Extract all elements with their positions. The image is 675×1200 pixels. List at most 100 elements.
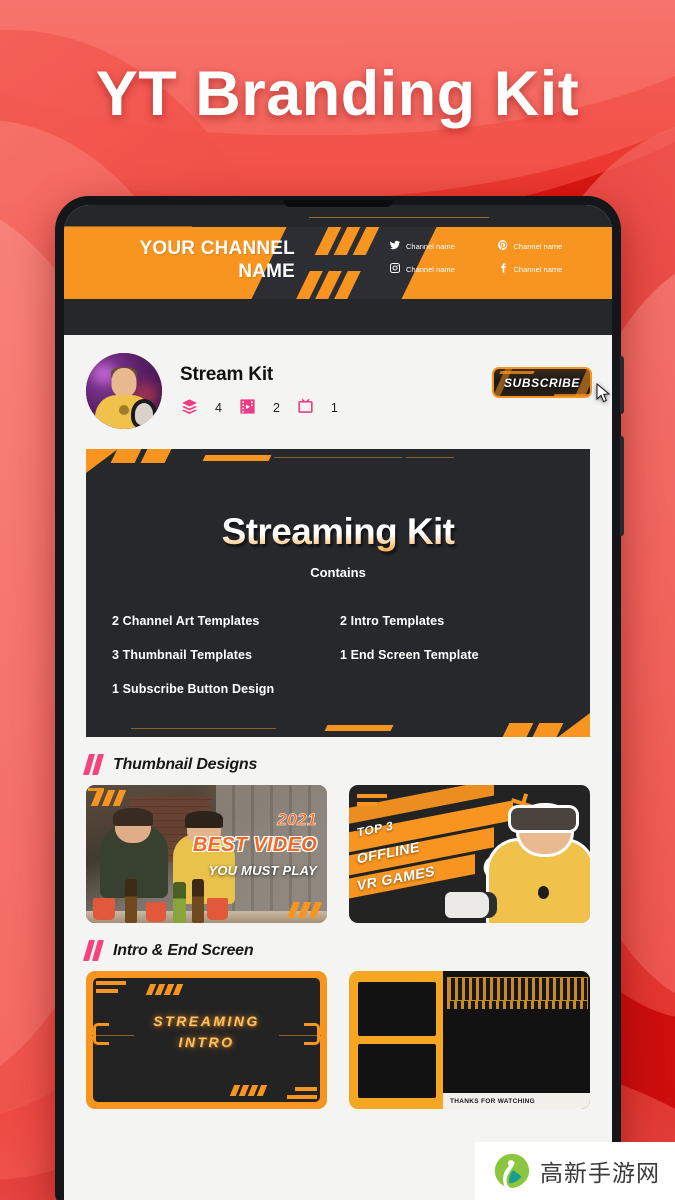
social-link-twitter[interactable]: Channel name [389,239,497,253]
decorative-line [309,217,489,218]
film-icon [238,397,257,419]
thumbnail-bottle [192,878,205,923]
page-title: YT Branding Kit [95,59,580,129]
phone-side-button [620,356,624,414]
card-stripe [202,455,272,461]
section-title: Thumbnail Designs [113,755,258,773]
section-heading-intro-end: Intro & End Screen [64,923,612,971]
thumbnail-text-block: TOP 3 OFFLINE VR GAMES [357,811,435,905]
thumbnail-grid: 2021 BEST VIDEO YOU MUST PLAY TOP 3 OFFL… [64,785,612,923]
social-links-group: Channel name Channel name Channel name C… [389,239,604,276]
thanks-text: THANKS FOR WATCHING [450,1097,536,1105]
card-stripe [140,449,172,463]
vr-goggles-icon [511,807,577,831]
pinterest-icon [497,239,509,253]
kit-feature-item: 1 End Screen Template [340,648,479,662]
phone-side-button [620,436,624,536]
end-screen-thanks-bar: THANKS FOR WATCHING [443,1093,590,1109]
card-stripe [110,449,142,463]
end-screen-main-panel: THANKS FOR WATCHING [443,971,590,1109]
thumbnail-stripes [286,902,323,918]
kit-feature-list: 2 Channel Art Templates 2 Intro Template… [86,614,590,696]
kit-feature-item: 3 Thumbnail Templates [112,648,253,662]
intro-accent-bar [96,989,118,993]
social-link-facebook[interactable]: Channel name [497,262,605,276]
end-screen-video-slot [358,982,437,1036]
thumbnail-card-2[interactable]: TOP 3 OFFLINE VR GAMES [349,785,590,923]
vr-headset-icon [445,892,498,918]
subscribe-label: SUBSCRIBE [503,375,581,390]
banner-bottom-strip [64,299,612,335]
intro-template-card[interactable]: STREAMING INTRO [86,971,327,1109]
phone-mockup: YOUR CHANNEL NAME Channel name Channel n… [55,196,624,1200]
subscribe-button[interactable]: SUBSCRIBE [492,367,592,398]
thumbnail-subline: VR GAMES [357,862,435,894]
instagram-icon [389,262,401,276]
kit-contains-label: Contains [310,565,366,580]
section-heading-thumbnails: Thumbnail Designs [64,737,612,785]
profile-stats: 4 2 1 [180,397,590,419]
end-screen-video-slots [349,971,445,1109]
social-label: Channel name [406,264,455,274]
intro-end-grid: STREAMING INTRO THANKS FOR WATCHING [64,971,612,1109]
social-label: Channel name [513,241,563,251]
stat-value: 2 [272,400,280,415]
card-stripe [532,723,564,737]
avatar-head [111,368,137,398]
vr-person-mic [537,886,549,900]
subscribe-stripe [553,394,589,396]
thumbnail-headline: OFFLINE [357,838,420,867]
thumbnail-bottle [124,878,137,923]
thumbnail-subline: YOU MUST PLAY [208,863,317,878]
kit-title: Streaming Kit [86,511,590,553]
intro-stripes [229,1085,268,1096]
double-slash-icon [82,754,105,775]
intro-accent-bar [96,981,126,985]
channel-banner-section: YOUR CHANNEL NAME Channel name Channel n… [64,205,612,335]
stat-layers: 4 [180,397,231,419]
watermark: 高新手游网 [475,1142,675,1200]
phone-screen: YOUR CHANNEL NAME Channel name Channel n… [64,205,612,1200]
avatar-logo-badge [119,405,129,415]
end-screen-video-slot [358,1044,437,1098]
thumbnail-accent-bar [357,802,377,806]
intro-line-1: STREAMING [153,1013,260,1029]
card-thin-line [406,457,454,458]
stat-tv: 1 [296,397,347,419]
card-stripe [324,725,394,731]
intro-accent-bar [287,1095,317,1099]
thumbnail-card-1[interactable]: 2021 BEST VIDEO YOU MUST PLAY [86,785,327,923]
kit-feature-item: 1 Subscribe Button Design [112,682,275,696]
thumbnail-year: 2021 [277,810,317,829]
streaming-kit-card: Streaming Kit Contains 2 Channel Art Tem… [86,449,590,737]
stat-value: 1 [330,400,338,415]
social-link-pinterest[interactable]: Channel name [497,239,605,253]
double-slash-icon [82,940,105,961]
stat-value: 4 [215,400,222,415]
kit-feature-item: 2 Intro Templates [340,614,445,628]
social-label: Channel name [406,241,455,251]
thumbnail-text-block: 2021 BEST VIDEO YOU MUST PLAY [193,811,317,877]
card-corner-accent [558,713,590,737]
end-screen-strip [447,977,588,1001]
section-title: Intro & End Screen [113,941,254,959]
avatar-headphones [131,399,157,429]
channel-name-text: YOUR CHANNEL NAME [139,238,295,282]
thumbnail-cup [146,902,166,922]
thumbnail-stripes [90,790,127,806]
layers-icon [180,397,199,419]
tv-icon [296,397,315,419]
social-label: Channel name [513,264,563,274]
social-link-instagram[interactable]: Channel name [389,262,497,276]
end-screen-template-card[interactable]: THANKS FOR WATCHING [349,971,590,1109]
channel-profile-row: Stream Kit 4 2 1 SUBSCRIBE [64,335,612,443]
card-stripe [502,723,534,737]
thumbnail-cup [206,898,229,921]
intro-stripes [145,984,184,995]
thumbnail-person-hair [112,808,154,827]
avatar[interactable] [86,353,162,429]
twitter-icon [389,239,401,253]
watermark-logo-icon [493,1152,531,1190]
watermark-text: 高新手游网 [540,1161,660,1187]
end-screen-strip [447,1001,588,1009]
